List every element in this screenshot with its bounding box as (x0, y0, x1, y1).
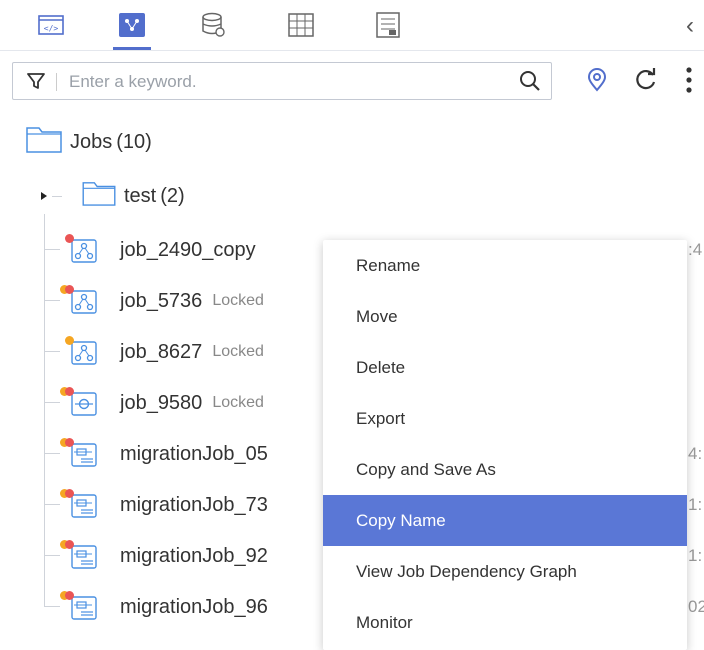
status-dot-red (65, 387, 74, 396)
truncated-timestamp: 4: (688, 444, 703, 463)
tree-job-item[interactable]: job_9580 Locked (60, 383, 264, 423)
tree-guide-line (44, 214, 45, 607)
tree-job-item[interactable]: migrationJob_73 (60, 485, 268, 525)
job-name: migrationJob_96 (120, 595, 268, 618)
folder-label: test (124, 184, 157, 207)
tree-job-item[interactable]: migrationJob_05 (60, 434, 268, 474)
tree-folder-test[interactable]: test (2) (38, 176, 185, 216)
filter-icon[interactable] (27, 72, 45, 95)
workflow-icon (60, 285, 98, 315)
tree-connector (44, 453, 60, 454)
migration-icon (60, 540, 98, 570)
locate-icon[interactable] (586, 68, 608, 97)
status-dot-red (65, 540, 74, 549)
truncated-timestamp: 1: (688, 495, 703, 514)
job-name: migrationJob_73 (120, 493, 268, 516)
workflow-icon (65, 336, 98, 366)
status-dot-red (65, 591, 74, 600)
job-name: job_2490_copy (120, 238, 256, 261)
menu-item-rename[interactable]: Rename (323, 240, 687, 291)
job-name: job_5736 (120, 289, 203, 312)
lock-status: Locked (212, 394, 264, 411)
workflow-icon (65, 234, 98, 264)
folder-icon (26, 125, 62, 159)
tree-connector (44, 504, 60, 505)
tree-root-count: (10) (116, 130, 152, 153)
tree-connector (44, 606, 60, 607)
refresh-icon[interactable] (634, 68, 658, 97)
collapse-panel-icon[interactable]: ‹ (686, 12, 694, 40)
menu-item-copy-and-save-as[interactable]: Copy and Save As (323, 444, 687, 495)
search-box (12, 62, 552, 100)
document-icon[interactable] (373, 10, 403, 40)
table-icon[interactable] (286, 10, 316, 40)
tree-connector (44, 555, 60, 556)
tree-job-item[interactable]: job_8627 Locked (65, 332, 264, 372)
menu-item-view-job-dependency-graph[interactable]: View Job Dependency Graph (323, 546, 687, 597)
job-name: job_9580 (120, 391, 203, 414)
status-dot-red (65, 234, 74, 243)
database-icon[interactable] (198, 10, 228, 40)
menu-item-export[interactable]: Export (323, 393, 687, 444)
search-divider (56, 73, 57, 91)
tree-connector (44, 351, 60, 352)
code-icon[interactable]: </> (36, 10, 66, 40)
more-options-icon[interactable] (684, 66, 694, 101)
menu-item-monitor[interactable]: Monitor (323, 597, 687, 648)
lock-status: Locked (212, 343, 264, 360)
truncated-timestamp: 1: (688, 546, 703, 565)
folder-count: (2) (160, 184, 185, 207)
svg-text:</>: </> (44, 24, 59, 33)
context-menu: Rename Move Delete Export Copy and Save As Co… (323, 240, 687, 650)
status-dot-red (65, 489, 74, 498)
status-dot-red (65, 438, 74, 447)
lock-status: Locked (212, 292, 264, 309)
tree-connector (44, 402, 60, 403)
expand-caret-icon[interactable] (38, 185, 50, 208)
migration-icon (60, 438, 98, 468)
menu-item-copy-name[interactable]: Copy Name (323, 495, 687, 546)
tree-connector (44, 249, 60, 250)
job-name: migrationJob_05 (120, 442, 268, 465)
job-name: job_8627 (120, 340, 203, 363)
menu-item-delete[interactable]: Delete (323, 342, 687, 393)
tree-connector (44, 300, 60, 301)
tree-root-label: Jobs (70, 130, 113, 153)
truncated-timestamp: :4 (688, 240, 703, 259)
tree-connector (52, 195, 62, 197)
tree-job-item[interactable]: migrationJob_96 (60, 587, 268, 627)
status-dot-orange (65, 336, 74, 345)
realtime-job-icon (60, 387, 98, 417)
job-graph-icon[interactable] (113, 10, 151, 50)
tree-job-item[interactable]: migrationJob_92 (60, 536, 268, 576)
folder-icon (82, 180, 116, 212)
top-toolbar: </> ‹ (0, 0, 704, 51)
status-dot-red (65, 285, 74, 294)
job-name: migrationJob_92 (120, 544, 268, 567)
search-icon[interactable] (519, 70, 541, 97)
truncated-timestamp: 02 (688, 597, 704, 616)
tree-root-jobs[interactable]: Jobs (10) (26, 122, 152, 162)
migration-icon (60, 489, 98, 519)
tree-job-item[interactable]: job_5736 Locked (60, 281, 264, 321)
tree-job-item[interactable]: job_2490_copy (65, 230, 256, 270)
search-input[interactable] (67, 70, 491, 94)
menu-item-move[interactable]: Move (323, 291, 687, 342)
migration-icon (60, 591, 98, 621)
